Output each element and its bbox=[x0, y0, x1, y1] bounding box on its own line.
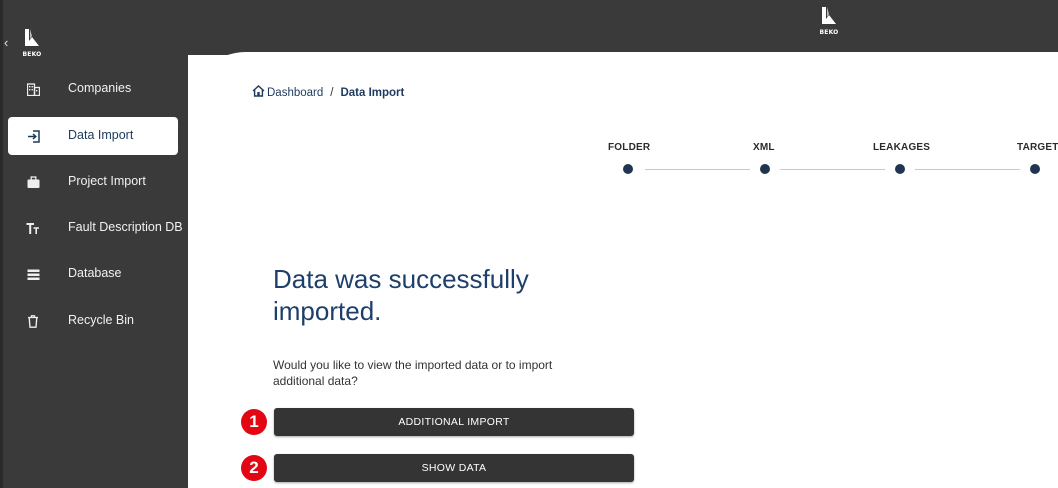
top-bar bbox=[0, 0, 1058, 55]
home-icon bbox=[252, 85, 267, 100]
list-icon bbox=[26, 267, 40, 281]
beko-logo: BEKO bbox=[818, 6, 840, 36]
sidebar-item-data-import[interactable]: Data Import bbox=[8, 117, 178, 155]
step-label-folder: FOLDER bbox=[608, 142, 651, 153]
logo-text: BEKO bbox=[819, 29, 839, 36]
sidebar-item-recycle-bin[interactable]: Recycle Bin bbox=[8, 302, 178, 340]
step-dot-xml bbox=[760, 164, 770, 174]
collapse-sidebar-chevron-icon[interactable]: ‹ bbox=[4, 36, 8, 49]
step-label-leakages: LEAKAGES bbox=[873, 142, 931, 153]
text-size-icon bbox=[26, 221, 40, 235]
sidebar-item-label: Recycle Bin bbox=[68, 313, 134, 327]
step-label-target: TARGET bbox=[1017, 142, 1058, 153]
step-connector bbox=[645, 169, 750, 170]
show-data-button[interactable]: SHOW DATA bbox=[274, 454, 634, 482]
annotation-marker-2: 2 bbox=[241, 455, 267, 481]
breadcrumb-dashboard-link[interactable]: Dashboard bbox=[252, 85, 323, 100]
step-label-xml: XML bbox=[753, 142, 775, 153]
sidebar-item-label: Project Import bbox=[68, 174, 146, 188]
additional-import-button[interactable]: ADDITIONAL IMPORT bbox=[274, 408, 634, 436]
breadcrumb-separator: / bbox=[330, 86, 334, 99]
building-icon bbox=[26, 82, 40, 96]
sidebar-item-companies[interactable]: Companies bbox=[8, 70, 178, 108]
step-dot-folder bbox=[623, 164, 633, 174]
sidebar-item-fault-description-db[interactable]: Fault Description DB bbox=[8, 209, 183, 247]
step-dot-target bbox=[1030, 164, 1040, 174]
logo-text: BEKO bbox=[22, 51, 42, 58]
step-connector bbox=[915, 169, 1020, 170]
step-dot-leakages bbox=[895, 164, 905, 174]
annotation-marker-1: 1 bbox=[241, 409, 267, 435]
sidebar-item-label: Data Import bbox=[68, 128, 134, 142]
sidebar-item-label: Companies bbox=[68, 81, 132, 95]
breadcrumb: Dashboard / Data Import bbox=[252, 85, 404, 100]
breadcrumb-current: Data Import bbox=[340, 86, 405, 99]
beko-logo-small: BEKO bbox=[21, 28, 43, 58]
sidebar-item-project-import[interactable]: Project Import bbox=[8, 163, 178, 201]
briefcase-icon bbox=[26, 175, 40, 189]
login-arrow-icon bbox=[26, 129, 40, 143]
step-connector bbox=[780, 169, 885, 170]
sidebar-item-label: Database bbox=[68, 266, 122, 280]
sidebar-item-database[interactable]: Database bbox=[8, 255, 178, 293]
trash-icon bbox=[26, 314, 40, 328]
window-edge bbox=[0, 0, 3, 488]
success-heading: Data was successfully imported. bbox=[273, 264, 529, 326]
import-question-text: Would you like to view the imported data… bbox=[273, 358, 553, 388]
breadcrumb-home-label: Dashboard bbox=[267, 86, 324, 99]
sidebar-item-label: Fault Description DB bbox=[68, 220, 183, 234]
